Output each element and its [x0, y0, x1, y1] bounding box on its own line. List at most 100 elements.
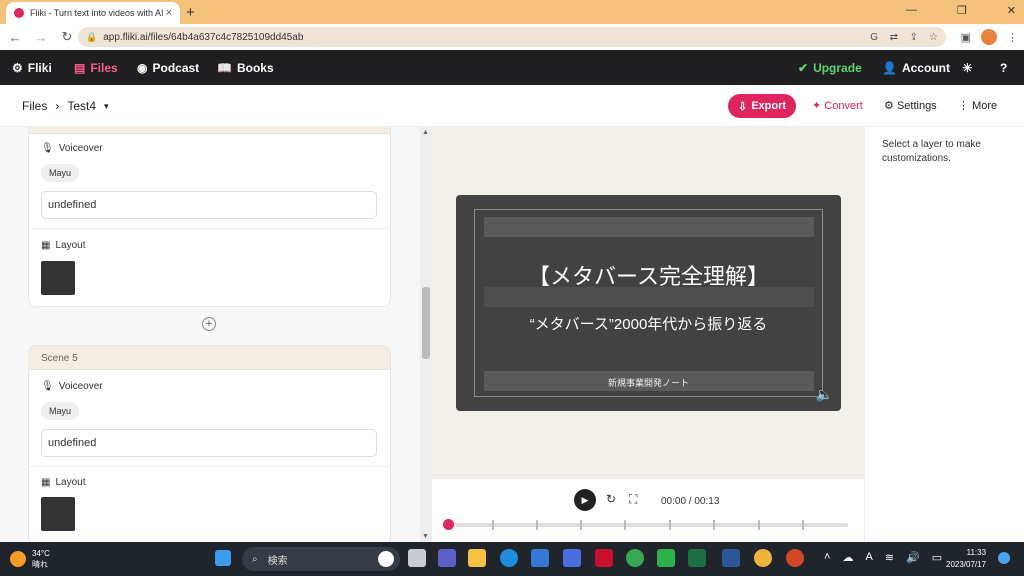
playhead[interactable]: [443, 519, 454, 530]
tab-close-icon[interactable]: ×: [166, 7, 172, 19]
url-field[interactable]: 🔒 app.fliki.ai/files/64b4a637c4c7825109d…: [78, 27, 946, 47]
scroll-down-icon[interactable]: ▼: [422, 533, 429, 540]
bookmark-star-icon[interactable]: ☆: [929, 32, 938, 43]
scene-marker: [669, 520, 671, 530]
title-frame: [474, 209, 823, 397]
layout-label: Layout: [55, 240, 86, 251]
search-label: 検索: [267, 555, 288, 567]
chrome-active-icon[interactable]: [754, 549, 772, 567]
back-icon[interactable]: ←: [4, 30, 26, 45]
layout-thumbnail[interactable]: [41, 261, 75, 295]
side-panel-icon[interactable]: ▣: [961, 31, 971, 44]
breadcrumb-current[interactable]: Test4: [67, 99, 96, 113]
translate-icon[interactable]: ⇄: [890, 32, 898, 43]
scene-marker: [624, 520, 626, 530]
microphone-icon: 🎙: [41, 143, 54, 154]
voice-chip[interactable]: Mayu: [41, 402, 80, 420]
volume-tray-icon[interactable]: 🔊: [906, 551, 920, 564]
battery-icon[interactable]: ▭: [932, 551, 942, 564]
help-icon[interactable]: ?: [1000, 61, 1007, 75]
voice-chip[interactable]: Mayu: [41, 164, 80, 182]
play-button[interactable]: ▶: [574, 489, 596, 511]
nav-podcast[interactable]: ◉ Podcast: [137, 61, 199, 75]
reload-icon[interactable]: ↻: [56, 29, 78, 45]
layout-grid-icon: ▦: [41, 240, 51, 251]
chevron-up-icon[interactable]: ˄: [824, 551, 830, 564]
close-window-icon[interactable]: ✕: [1007, 4, 1016, 17]
chevron-down-icon[interactable]: ▾: [104, 101, 109, 112]
nav-books[interactable]: 📖 Books: [217, 61, 274, 75]
more-button[interactable]: ⋮ More: [958, 99, 997, 112]
browser-tab[interactable]: Fliki - Turn text into videos with AI ×: [6, 2, 180, 24]
cloud-icon[interactable]: ☁: [842, 551, 853, 564]
wifi-icon[interactable]: ≋: [885, 551, 894, 564]
browser-toolbar-right: ▣ ⋮: [961, 29, 1018, 45]
new-tab-button[interactable]: +: [186, 4, 195, 21]
more-label: More: [972, 100, 998, 112]
add-scene-icon[interactable]: +: [202, 317, 216, 331]
replay-icon[interactable]: ↻: [606, 492, 616, 506]
ime-indicator[interactable]: A: [865, 551, 872, 564]
nav-files[interactable]: ▤ Files: [74, 61, 118, 75]
app-icon[interactable]: [563, 549, 581, 567]
timeline-track[interactable]: [443, 519, 848, 530]
file-explorer-icon[interactable]: [468, 549, 486, 567]
upgrade-link[interactable]: ✔ Upgrade: [798, 61, 862, 75]
nav-books-label: Books: [236, 60, 274, 75]
scrollbar-thumb[interactable]: [422, 287, 430, 359]
account-link[interactable]: 👤 Account: [882, 61, 950, 75]
book-icon: 📖: [217, 60, 232, 75]
forward-icon[interactable]: →: [30, 30, 52, 45]
divider: [29, 228, 390, 229]
fullscreen-icon[interactable]: ⛶: [629, 492, 637, 507]
excel-icon[interactable]: [688, 549, 706, 567]
volume-icon[interactable]: 🔈: [816, 386, 833, 403]
share-icon[interactable]: ⇪: [910, 32, 918, 43]
word-icon[interactable]: [722, 549, 740, 567]
lock-icon: 🔒: [86, 31, 98, 42]
brand-link[interactable]: ⚙ Fliki: [12, 61, 52, 75]
file-toolbar: Files › Test4 ▾ ⇩ Export ✦ Convert ⚙ Set…: [0, 85, 1024, 127]
profile-avatar[interactable]: [981, 29, 997, 45]
task-view-icon[interactable]: [408, 549, 426, 567]
bing-icon[interactable]: [378, 551, 394, 567]
mcafee-icon[interactable]: [595, 549, 613, 567]
browser-menu-icon[interactable]: ⋮: [1007, 31, 1018, 44]
window-controls: — ❐ ✕: [906, 4, 1016, 17]
minimize-icon[interactable]: —: [906, 4, 917, 17]
weather-widget[interactable]: 34°C 晴れ: [10, 548, 50, 570]
google-icon[interactable]: G: [870, 32, 878, 43]
fliki-logo-icon: ⚙: [12, 60, 23, 75]
more-vertical-icon: ⋮: [958, 100, 969, 112]
scrollbar[interactable]: ▲ ▼: [420, 127, 432, 542]
edge-icon[interactable]: [500, 549, 518, 567]
scene-text-input[interactable]: undefined: [41, 191, 377, 219]
powerpoint-icon[interactable]: [786, 549, 804, 567]
check-circle-icon: ✔: [798, 60, 809, 75]
scroll-up-icon[interactable]: ▲: [422, 129, 429, 136]
windows-start-icon[interactable]: [215, 550, 231, 566]
notification-icon[interactable]: [998, 552, 1010, 564]
convert-button[interactable]: ✦ Convert: [812, 99, 863, 112]
breadcrumb-files[interactable]: Files: [22, 99, 47, 113]
scene-text-input[interactable]: undefined: [41, 429, 377, 457]
tab-title: Fliki - Turn text into videos with AI: [30, 8, 164, 18]
convert-label: Convert: [824, 100, 863, 112]
address-bar-row: ← → ↻ 🔒 app.fliki.ai/files/64b4a637c4c78…: [0, 24, 1024, 50]
teams-icon[interactable]: [438, 549, 456, 567]
weather-condition: 晴れ: [32, 560, 48, 569]
taskbar-search[interactable]: ⌕ 検索: [242, 547, 400, 571]
evernote-icon[interactable]: [657, 549, 675, 567]
chrome-icon[interactable]: [626, 549, 644, 567]
theme-toggle-icon[interactable]: ☀: [962, 61, 973, 75]
clock[interactable]: 11:33 2023/07/17: [946, 547, 986, 571]
export-button[interactable]: ⇩ Export: [728, 94, 796, 118]
settings-button[interactable]: ⚙ Settings: [884, 99, 937, 112]
layout-thumbnail[interactable]: [41, 497, 75, 531]
scene-card: Scene 5 🎙 Voiceover Mayu undefined ▦ Lay…: [28, 345, 391, 542]
store-icon[interactable]: [531, 549, 549, 567]
maximize-icon[interactable]: ❐: [957, 4, 967, 17]
video-preview[interactable]: 【メタバース完全理解】 “メタバース”2000年代から振り返る 新規事業開発ノー…: [456, 195, 841, 411]
timecode: 00:00 / 00:13: [661, 496, 720, 507]
properties-panel: Select a layer to make customizations.: [864, 127, 1024, 542]
